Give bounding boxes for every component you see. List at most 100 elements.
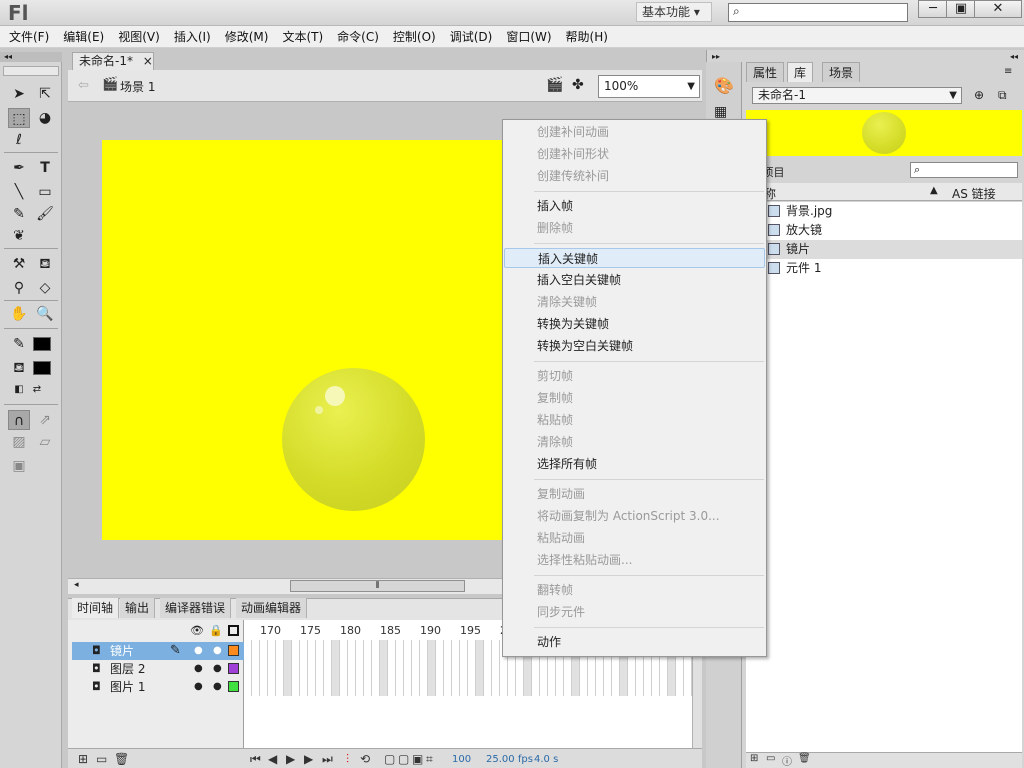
lock-icon[interactable]: 🔒 — [209, 624, 223, 637]
delete-layer-icon[interactable]: 🗑 — [114, 752, 129, 766]
minimize-button[interactable]: ─ — [918, 0, 948, 18]
deco-tool-icon[interactable]: ❦ — [8, 226, 30, 246]
line-tool-icon[interactable]: ╲ — [8, 182, 30, 202]
straighten-icon[interactable]: ▨ — [8, 432, 30, 452]
tab-timeline[interactable]: 时间轴 — [72, 598, 120, 618]
hand-tool-icon[interactable]: ✋ — [8, 304, 30, 324]
zoom-select[interactable]: 100% ▼ — [598, 75, 700, 98]
properties-icon[interactable]: ⓘ — [782, 753, 792, 768]
swatches-panel-icon[interactable]: ▦ — [714, 104, 727, 120]
delete-icon[interactable]: 🗑 — [798, 753, 811, 764]
eraser-tool-icon[interactable]: ◇ — [34, 278, 56, 298]
edit-symbols-icon[interactable]: ✤ — [572, 77, 584, 93]
brush-tool-icon[interactable]: 🖌 — [34, 204, 56, 224]
menu-item[interactable]: 插入(I) — [169, 28, 216, 45]
tab-output[interactable]: 输出 — [120, 598, 156, 618]
context-menu-item[interactable]: 插入关键帧 — [504, 248, 765, 268]
loop-icon[interactable]: ⟲ — [360, 752, 370, 766]
eyedropper-tool-icon[interactable]: ⚲ — [8, 278, 30, 298]
lock-dot[interactable]: ● — [213, 663, 222, 674]
context-menu-item[interactable]: 转换为关键帧 — [504, 314, 765, 334]
stroke-color-icon[interactable]: ✎ — [8, 334, 30, 354]
next-frame-icon[interactable]: ▶ — [304, 752, 313, 766]
lock-dot[interactable]: ● — [213, 681, 222, 692]
edit-multiple-icon[interactable]: ▣ — [412, 752, 423, 766]
column-linkage[interactable]: AS 链接 — [952, 185, 996, 202]
maximize-button[interactable]: ▣ — [946, 0, 976, 18]
library-document-select[interactable]: 未命名-1 ▼ — [752, 87, 962, 104]
layer-color-swatch[interactable] — [228, 681, 239, 692]
lasso-tool-icon[interactable]: ℓ — [8, 130, 30, 150]
menu-item[interactable]: 窗口(W) — [501, 28, 556, 45]
new-library-panel-icon[interactable]: ⧉ — [998, 88, 1007, 103]
workspace-switcher[interactable]: 基本功能 ▾ — [636, 2, 712, 22]
edit-scene-icon[interactable]: 🎬 — [546, 77, 563, 93]
selection-tool-icon[interactable]: ➤ — [8, 84, 30, 104]
scene-label[interactable]: 场景 1 — [120, 78, 155, 95]
scroll-left-icon[interactable]: ◂ — [74, 580, 79, 590]
envelope-icon[interactable]: ▣ — [8, 456, 30, 476]
document-tab[interactable]: 未命名-1* × — [72, 52, 154, 70]
visibility-dot[interactable]: ● — [194, 663, 203, 674]
menu-item[interactable]: 调试(D) — [445, 28, 498, 45]
menu-item[interactable]: 文件(F) — [4, 28, 54, 45]
menu-item[interactable]: 帮助(H) — [561, 28, 613, 45]
panel-menu-icon[interactable]: ≡ — [1004, 66, 1012, 77]
list-item[interactable]: 元件 1 — [766, 259, 1022, 278]
panel-collapse-icon[interactable]: ◂◂ — [0, 52, 62, 62]
scrollbar-thumb[interactable]: ⦀ — [290, 580, 465, 592]
fill-color-icon[interactable]: ⛾ — [8, 358, 30, 378]
tab-library[interactable]: 库 — [787, 62, 814, 82]
visibility-dot[interactable]: ● — [194, 645, 203, 656]
pen-tool-icon[interactable]: ✒ — [8, 158, 30, 178]
fill-color-swatch[interactable] — [33, 361, 51, 375]
panel-expand-icon[interactable]: ◂◂ — [1010, 52, 1018, 61]
pencil-tool-icon[interactable]: ✎ — [8, 204, 30, 224]
panel-collapse-icon[interactable]: ▸▸ — [712, 52, 720, 61]
tab-motion-editor[interactable]: 动画编辑器 — [236, 598, 308, 618]
layer-color-swatch[interactable] — [228, 663, 239, 674]
onion-outlines-icon[interactable]: ▢ — [398, 752, 409, 766]
menu-item[interactable]: 命令(C) — [332, 28, 384, 45]
first-frame-icon[interactable]: ⏮ — [250, 752, 261, 767]
new-folder-icon[interactable]: ▭ — [766, 753, 775, 764]
visibility-dot[interactable]: ● — [194, 681, 203, 692]
close-tab-icon[interactable]: × — [143, 54, 153, 68]
onion-skin-icon[interactable]: ▢ — [384, 752, 395, 766]
lens-orb[interactable] — [282, 368, 425, 511]
library-search-input[interactable]: ⌕ — [910, 162, 1018, 178]
stroke-color-swatch[interactable] — [33, 337, 51, 351]
menu-item[interactable]: 视图(V) — [113, 28, 165, 45]
context-menu-item[interactable]: 动作 — [504, 632, 765, 652]
free-transform-tool-icon[interactable]: ⬚ — [8, 108, 30, 128]
sort-icon[interactable]: ▲ — [930, 185, 938, 196]
menu-item[interactable]: 控制(O) — [388, 28, 441, 45]
lock-dot[interactable]: ● — [213, 645, 222, 656]
new-symbol-icon[interactable]: ⊞ — [750, 753, 758, 764]
subselection-tool-icon[interactable]: ⇱ — [34, 84, 56, 104]
modify-markers-icon[interactable]: ⌗ — [426, 752, 433, 767]
frame-rate[interactable]: 25.00 fps — [486, 754, 533, 765]
pin-library-icon[interactable]: ⊕ — [974, 88, 984, 102]
list-item[interactable]: 背景.jpg — [766, 202, 1022, 221]
swap-colors-icon[interactable]: ⇄ — [26, 380, 48, 400]
eye-icon[interactable]: 👁 — [190, 624, 204, 637]
3d-rotation-tool-icon[interactable]: ◕ — [34, 108, 56, 128]
snap-to-objects-icon[interactable]: ∩ — [8, 410, 30, 430]
last-frame-icon[interactable]: ⏭ — [322, 752, 333, 767]
smooth-icon[interactable]: ⇗ — [34, 410, 56, 430]
context-menu-item[interactable]: 插入帧 — [504, 196, 765, 216]
list-item[interactable]: 镜片 — [766, 240, 1022, 259]
color-panel-icon[interactable]: 🎨 — [714, 76, 734, 95]
context-menu-item[interactable]: 转换为空白关键帧 — [504, 336, 765, 356]
paint-bucket-tool-icon[interactable]: ⛾ — [34, 254, 56, 274]
outline-icon[interactable] — [228, 625, 239, 636]
text-tool-icon[interactable]: T — [34, 158, 56, 178]
zoom-tool-icon[interactable]: 🔍 — [34, 304, 56, 324]
close-button[interactable]: ✕ — [974, 0, 1022, 18]
rectangle-tool-icon[interactable]: ▭ — [34, 182, 56, 202]
center-frame-icon[interactable]: ⫶ — [346, 752, 349, 767]
menu-item[interactable]: 修改(M) — [220, 28, 274, 45]
help-search-input[interactable]: ⌕ — [728, 3, 908, 22]
back-arrow-icon[interactable]: ⇦ — [78, 78, 89, 93]
